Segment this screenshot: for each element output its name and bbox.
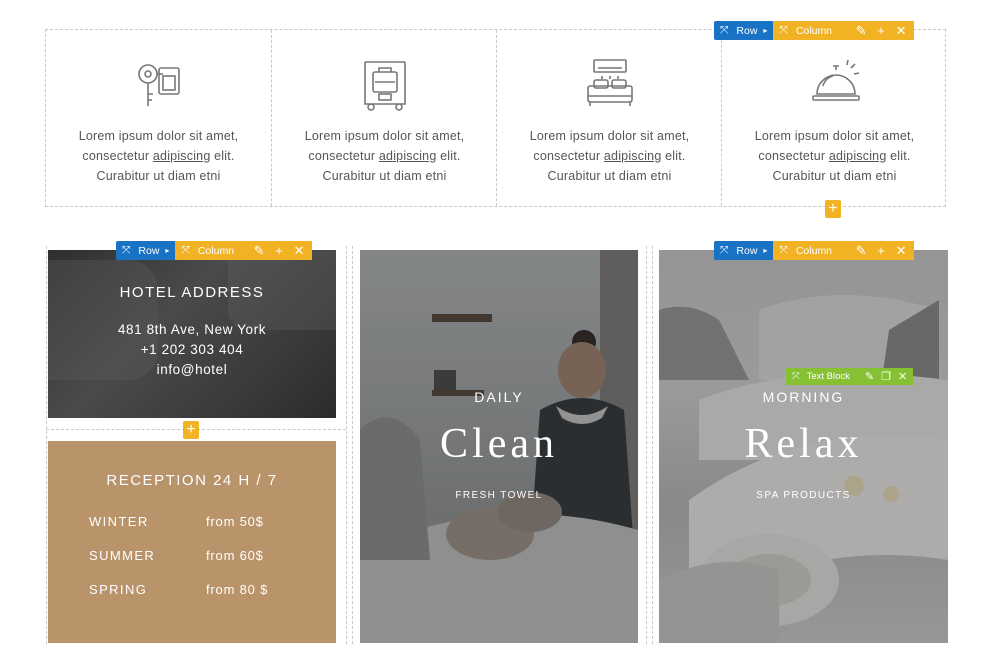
feature-link[interactable]: adipiscing [604,149,662,163]
feature-text: Lorem ipsum dolor sit amet, consectetur … [754,129,915,183]
key-icon [137,64,180,106]
rate-row: WINTER from 50$ [89,514,264,529]
clean-label: DAILY [474,389,524,405]
rate-row: SPRING from 80 $ [89,582,269,597]
add-row-button[interactable]: + [825,200,841,218]
relax-promo-block[interactable]: MORNING Relax SPA PRODUCTS [659,250,948,643]
address-phone: +1 202 303 404 [140,342,244,357]
column-handle[interactable]: ⤧ Column ✎ + ✕ [773,21,915,40]
row-handle[interactable]: ⤧ Row ▸ [116,241,176,260]
feature-text: Lorem ipsum dolor sit amet, consectetur … [304,129,465,183]
move-icon: ⤧ [720,244,729,256]
address-lines: 481 8th Ave, New York +1 202 303 404 inf… [48,320,336,380]
edit-icon[interactable]: ✎ [854,23,868,39]
clean-heading: Clean [440,421,558,467]
add-icon[interactable]: + [874,243,888,258]
move-icon: ⤧ [779,24,788,36]
clean-promo-block[interactable]: DAILY Clean FRESH TOWEL [360,250,638,643]
duplicate-icon[interactable]: ❐ [881,370,891,383]
column-guide [652,246,653,644]
relax-heading: Relax [744,421,863,467]
relax-subtitle: SPA PRODUCTS [756,490,851,501]
row-handle[interactable]: ⤧ Row ▸ [714,241,774,260]
row-handle[interactable]: ⤧ Row ▸ [714,21,774,40]
feature-column-2[interactable]: Lorem ipsum dolor sit amet, consectetur … [271,30,497,206]
close-icon[interactable]: ✕ [894,243,908,259]
feature-column-3[interactable]: Lorem ipsum dolor sit amet, consectetur … [496,30,722,206]
row-column-toolbar: ⤧ Row ▸ ⤧ Column ✎ + ✕ [714,21,915,40]
row-column-toolbar: ⤧ Row ▸ ⤧ Column ✎ + ✕ [116,241,313,260]
edit-icon[interactable]: ✎ [252,243,266,259]
caret-right-icon: ▸ [763,246,768,255]
service-bell-icon [811,59,860,101]
column-guide [352,246,353,644]
hotel-address-block[interactable]: HOTEL ADDRESS 481 8th Ave, New York +1 2… [48,250,336,418]
clean-subtitle: FRESH TOWEL [455,490,543,501]
column-handle[interactable]: ⤧ Column ✎ + ✕ [773,241,915,260]
features-row: Lorem ipsum dolor sit amet, consectetur … [45,29,946,207]
feature-text: Lorem ipsum dolor sit amet, consectetur … [529,129,690,183]
luggage-cart-icon [363,61,406,111]
reception-title: RECEPTION 24 H / 7 [106,472,278,489]
feature-text: Lorem ipsum dolor sit amet, consectetur … [78,129,239,183]
feature-column-1[interactable]: Lorem ipsum dolor sit amet, consectetur … [46,30,271,206]
feature-column-4[interactable]: Lorem ipsum dolor sit amet, consectetur … [721,30,947,206]
feature-link[interactable]: adipiscing [379,149,437,163]
add-icon[interactable]: + [272,243,286,258]
column-guide [46,246,47,644]
bed-ac-icon [586,59,633,106]
close-icon[interactable]: ✕ [898,370,907,383]
column-guide [646,246,647,644]
reception-block[interactable]: RECEPTION 24 H / 7 WINTER from 50$ SUMME… [48,441,336,643]
edit-icon[interactable]: ✎ [854,243,868,259]
move-icon: ⤧ [720,24,729,36]
move-icon: ⤧ [779,244,788,256]
close-icon[interactable]: ✕ [894,23,908,39]
row-column-toolbar: ⤧ Row ▸ ⤧ Column ✎ + ✕ [714,241,915,260]
address-title: HOTEL ADDRESS [119,284,265,301]
add-row-button[interactable]: + [183,421,199,439]
feature-link[interactable]: adipiscing [829,149,887,163]
column-guide [346,246,347,644]
move-icon: ⤧ [792,371,800,382]
rate-row: SUMMER from 60$ [89,548,264,563]
edit-icon[interactable]: ✎ [865,370,874,383]
move-icon: ⤧ [181,244,190,256]
move-icon: ⤧ [122,244,131,256]
text-block-toolbar[interactable]: ⤧ Text Block ✎ ❐ ✕ [786,368,914,385]
relax-label: MORNING [762,389,845,405]
column-handle[interactable]: ⤧ Column ✎ + ✕ [175,241,313,260]
close-icon[interactable]: ✕ [292,243,306,259]
caret-right-icon: ▸ [165,246,170,255]
caret-right-icon: ▸ [763,26,768,35]
feature-link[interactable]: adipiscing [153,149,211,163]
address-email: info@hotel [156,362,228,377]
address-street: 481 8th Ave, New York [117,322,267,337]
add-icon[interactable]: + [874,23,888,38]
